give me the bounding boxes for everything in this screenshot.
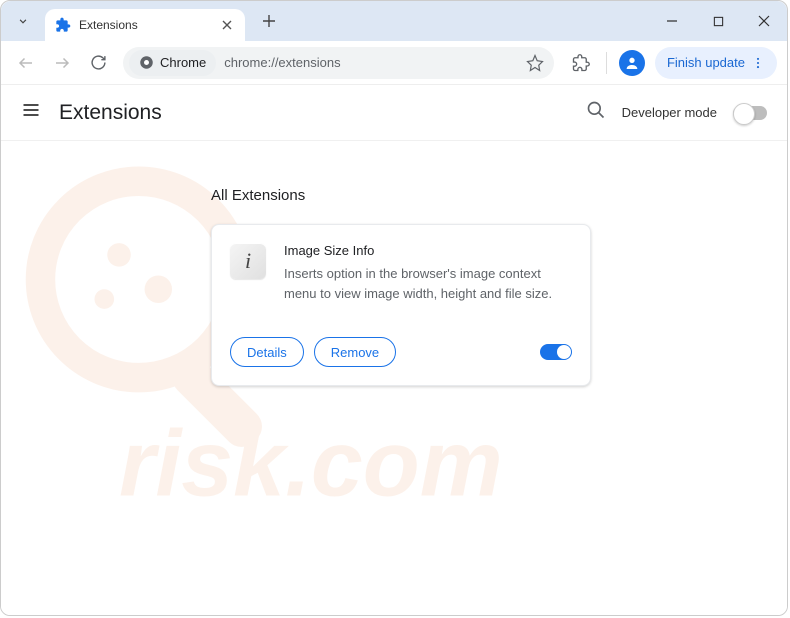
chevron-down-icon bbox=[16, 14, 30, 28]
bookmark-button[interactable] bbox=[520, 48, 550, 78]
arrow-right-icon bbox=[53, 54, 71, 72]
puzzle-icon bbox=[572, 54, 590, 72]
back-button[interactable] bbox=[11, 48, 41, 78]
new-tab-button[interactable] bbox=[255, 7, 283, 35]
title-bar: Extensions bbox=[1, 1, 787, 41]
chrome-logo-icon bbox=[139, 55, 154, 70]
browser-toolbar: Chrome chrome://extensions Finish update bbox=[1, 41, 787, 85]
finish-update-label: Finish update bbox=[667, 55, 745, 70]
browser-window: Extensions bbox=[0, 0, 788, 616]
arrow-left-icon bbox=[17, 54, 35, 72]
tab-close-button[interactable] bbox=[219, 17, 235, 33]
site-chip[interactable]: Chrome bbox=[129, 50, 216, 76]
more-vert-icon bbox=[751, 56, 765, 70]
hamburger-icon bbox=[21, 100, 41, 120]
tab-title: Extensions bbox=[79, 18, 219, 32]
maximize-button[interactable] bbox=[695, 1, 741, 41]
avatar-icon bbox=[619, 50, 645, 76]
page-title: Extensions bbox=[59, 101, 162, 125]
extension-name: Image Size Info bbox=[284, 243, 572, 258]
site-chip-label: Chrome bbox=[160, 55, 206, 70]
extensions-page: PC risk.com Extensions Developer mode Al… bbox=[1, 85, 787, 615]
extension-card-body: i Image Size Info Inserts option in the … bbox=[230, 243, 572, 303]
svg-text:risk.com: risk.com bbox=[119, 411, 503, 515]
details-button[interactable]: Details bbox=[230, 337, 304, 367]
finish-update-button[interactable]: Finish update bbox=[655, 47, 777, 79]
star-icon bbox=[526, 54, 544, 72]
address-bar[interactable]: Chrome chrome://extensions bbox=[123, 47, 554, 79]
main-menu-button[interactable] bbox=[21, 100, 41, 125]
profile-button[interactable] bbox=[615, 46, 649, 80]
developer-mode-label: Developer mode bbox=[622, 105, 717, 120]
reload-icon bbox=[90, 54, 107, 71]
developer-mode-toggle[interactable] bbox=[733, 106, 767, 120]
extension-card-actions: Details Remove bbox=[230, 337, 572, 367]
plus-icon bbox=[262, 14, 276, 28]
close-window-button[interactable] bbox=[741, 1, 787, 41]
page-header: Extensions Developer mode bbox=[1, 85, 787, 141]
extension-app-icon: i bbox=[230, 243, 266, 279]
forward-button[interactable] bbox=[47, 48, 77, 78]
all-extensions-heading: All Extensions bbox=[211, 187, 787, 204]
extension-info: Image Size Info Inserts option in the br… bbox=[284, 243, 572, 303]
extension-puzzle-icon bbox=[55, 17, 71, 33]
remove-button[interactable]: Remove bbox=[314, 337, 396, 367]
reload-button[interactable] bbox=[83, 48, 113, 78]
extension-card: i Image Size Info Inserts option in the … bbox=[211, 224, 591, 386]
extension-description: Inserts option in the browser's image co… bbox=[284, 264, 572, 303]
header-actions: Developer mode bbox=[586, 100, 767, 125]
browser-tab[interactable]: Extensions bbox=[45, 9, 245, 41]
minimize-icon bbox=[666, 15, 678, 27]
url-text: chrome://extensions bbox=[224, 55, 520, 70]
close-icon bbox=[222, 20, 232, 30]
tab-search-dropdown[interactable] bbox=[7, 5, 39, 37]
window-controls bbox=[649, 1, 787, 41]
extensions-menu-button[interactable] bbox=[564, 46, 598, 80]
extension-enable-toggle[interactable] bbox=[540, 344, 572, 360]
maximize-icon bbox=[713, 16, 724, 27]
page-content: All Extensions i Image Size Info Inserts… bbox=[1, 141, 787, 386]
minimize-button[interactable] bbox=[649, 1, 695, 41]
close-icon bbox=[758, 15, 770, 27]
search-extensions-button[interactable] bbox=[586, 100, 606, 125]
toolbar-separator bbox=[606, 52, 607, 74]
search-icon bbox=[586, 100, 606, 120]
